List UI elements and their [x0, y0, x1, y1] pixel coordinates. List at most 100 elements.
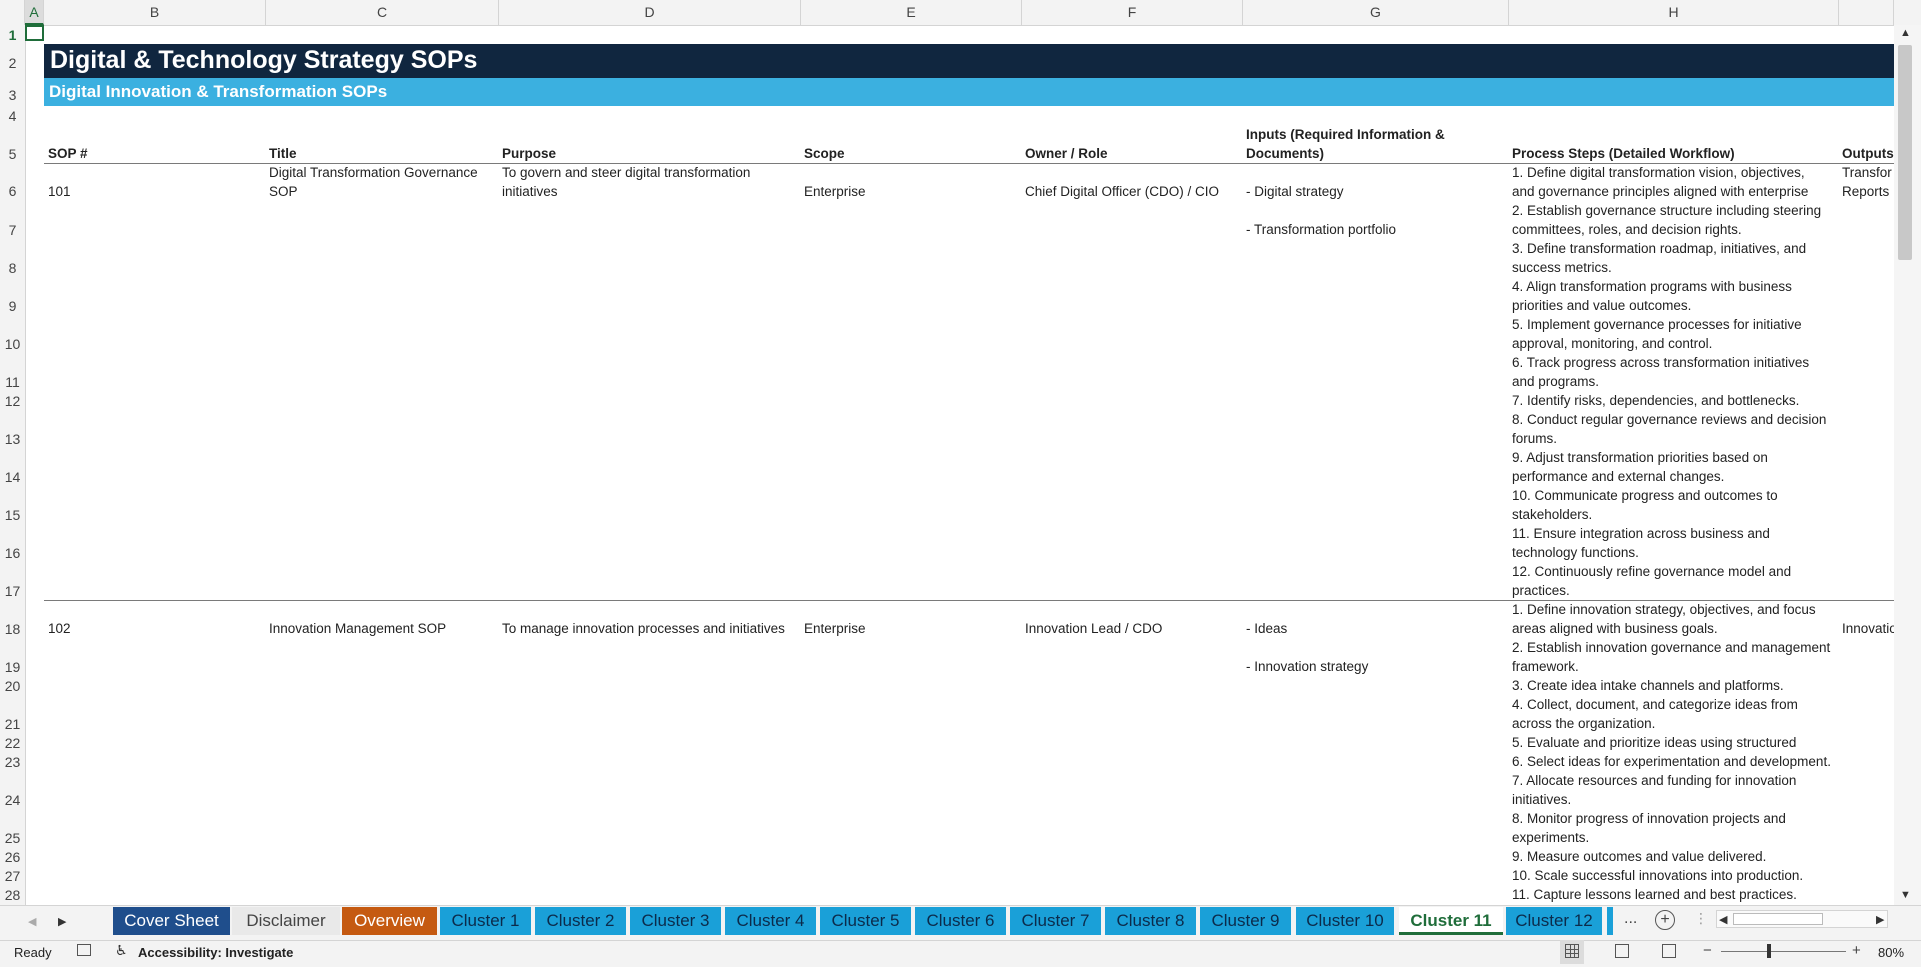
- process-step-line: success metrics.: [1512, 260, 1612, 275]
- horizontal-scroll-thumb[interactable]: [1733, 913, 1823, 925]
- hscroll-left-icon[interactable]: ◀: [1719, 913, 1727, 926]
- process-step-line: 9. Measure outcomes and value delivered.: [1512, 849, 1767, 864]
- column-header-d[interactable]: D: [499, 0, 801, 25]
- row-header[interactable]: 10: [0, 336, 25, 352]
- process-step-line: experiments.: [1512, 830, 1590, 845]
- process-step-line: 5. Implement governance processes for in…: [1512, 317, 1802, 332]
- row-header[interactable]: 17: [0, 583, 25, 599]
- header-inputs-line1: Inputs (Required Information &: [1246, 127, 1445, 142]
- row-header[interactable]: 1: [0, 27, 25, 43]
- process-step-line: 7. Allocate resources and funding for in…: [1512, 773, 1797, 788]
- process-step-line: 10. Communicate progress and outcomes to: [1512, 488, 1778, 503]
- column-header-h[interactable]: H: [1509, 0, 1839, 25]
- row-header[interactable]: 25: [0, 830, 25, 846]
- column-header-c[interactable]: C: [266, 0, 499, 25]
- row-header[interactable]: 18: [0, 621, 25, 637]
- row-header[interactable]: 7: [0, 222, 25, 238]
- tab-disclaimer[interactable]: Disclaimer: [232, 907, 340, 935]
- sop-owner: Chief Digital Officer (CDO) / CIO: [1025, 184, 1220, 199]
- process-step-line: 2. Establish innovation governance and m…: [1512, 640, 1831, 655]
- scroll-up-icon[interactable]: ▲: [1900, 27, 1911, 39]
- tab-cluster-2[interactable]: Cluster 2: [535, 907, 628, 935]
- row-header[interactable]: 19: [0, 659, 25, 675]
- row-header[interactable]: 15: [0, 507, 25, 523]
- row-header[interactable]: 11: [0, 374, 25, 390]
- zoom-out-icon[interactable]: −: [1703, 942, 1712, 959]
- header-scope: Scope: [804, 146, 845, 161]
- zoom-in-icon[interactable]: +: [1852, 942, 1861, 959]
- sop-title-line: SOP: [269, 184, 298, 199]
- row-header[interactable]: 8: [0, 260, 25, 276]
- sheet-subtitle: Digital Innovation & Transformation SOPs: [49, 82, 388, 101]
- tab-scroll-right-icon[interactable]: ▶: [58, 915, 66, 928]
- row-header[interactable]: 13: [0, 431, 25, 447]
- row-header[interactable]: 4: [0, 108, 25, 124]
- row-header[interactable]: 24: [0, 792, 25, 808]
- column-header-g[interactable]: G: [1243, 0, 1509, 25]
- accessibility-status[interactable]: Accessibility: Investigate: [138, 945, 293, 960]
- row-header[interactable]: 14: [0, 469, 25, 485]
- vertical-scroll-thumb[interactable]: [1898, 45, 1912, 260]
- tab-cluster-8[interactable]: Cluster 8: [1105, 907, 1198, 935]
- page-break-preview-icon[interactable]: [1662, 944, 1676, 958]
- tab-cluster-3[interactable]: Cluster 3: [630, 907, 723, 935]
- zoom-level[interactable]: 80%: [1878, 945, 1904, 960]
- header-title: Title: [269, 146, 297, 161]
- row-header[interactable]: 20: [0, 678, 25, 694]
- row-header[interactable]: 16: [0, 545, 25, 561]
- tab-partial-next[interactable]: [1607, 907, 1613, 935]
- row-header[interactable]: 21: [0, 716, 25, 732]
- tab-cluster-1[interactable]: Cluster 1: [440, 907, 533, 935]
- accessibility-icon[interactable]: ♿: [115, 942, 128, 959]
- cell-mode-icon[interactable]: [77, 944, 91, 956]
- column-header-b[interactable]: B: [44, 0, 266, 25]
- column-header-a[interactable]: A: [25, 0, 44, 25]
- column-header-e[interactable]: E: [801, 0, 1022, 25]
- column-header-f[interactable]: F: [1022, 0, 1243, 25]
- tab-cluster-11[interactable]: Cluster 11: [1399, 907, 1503, 935]
- row-header[interactable]: 27: [0, 868, 25, 884]
- tab-cluster-10[interactable]: Cluster 10: [1296, 907, 1396, 935]
- process-step-line: 4. Align transformation programs with bu…: [1512, 279, 1792, 294]
- process-step-line: 2. Establish governance structure includ…: [1512, 203, 1822, 218]
- add-sheet-icon[interactable]: +: [1655, 910, 1675, 930]
- sop-number: 102: [48, 621, 71, 636]
- row-header[interactable]: 22: [0, 735, 25, 751]
- row-header[interactable]: 23: [0, 754, 25, 770]
- tab-cluster-6[interactable]: Cluster 6: [915, 907, 1008, 935]
- page-layout-view-icon[interactable]: [1615, 944, 1629, 958]
- row-header[interactable]: 2: [0, 55, 25, 71]
- tab-cluster-9[interactable]: Cluster 9: [1200, 907, 1293, 935]
- row-header[interactable]: 6: [0, 183, 25, 199]
- process-step-line: 11. Capture lessons learned and best pra…: [1512, 887, 1797, 902]
- scroll-down-icon[interactable]: ▼: [1900, 889, 1911, 901]
- row-header[interactable]: 5: [0, 146, 25, 162]
- sop-input: - Innovation strategy: [1246, 659, 1369, 674]
- tab-overview[interactable]: Overview: [342, 907, 437, 935]
- active-cell-a1[interactable]: [25, 25, 44, 41]
- tab-cluster-7[interactable]: Cluster 7: [1010, 907, 1103, 935]
- zoom-slider-handle[interactable]: [1767, 944, 1771, 958]
- row-header[interactable]: 9: [0, 298, 25, 314]
- tab-cover-sheet[interactable]: Cover Sheet: [113, 907, 230, 935]
- tab-cluster-5[interactable]: Cluster 5: [820, 907, 913, 935]
- more-tabs-button[interactable]: ...: [1624, 910, 1637, 928]
- sop-purpose-line: To govern and steer digital transformati…: [502, 165, 751, 180]
- tab-cluster-12[interactable]: Cluster 12: [1506, 907, 1604, 935]
- tab-scroll-left-icon[interactable]: ◀: [28, 915, 36, 928]
- process-step-line: 3. Define transformation roadmap, initia…: [1512, 241, 1807, 256]
- select-all-corner[interactable]: [0, 0, 25, 25]
- sop-input: - Ideas: [1246, 621, 1288, 636]
- sop-output-line: Innovatio: [1842, 621, 1897, 636]
- zoom-slider-track[interactable]: [1721, 951, 1846, 952]
- hscroll-right-icon[interactable]: ▶: [1876, 913, 1884, 926]
- row-header[interactable]: 3: [0, 87, 25, 103]
- row-header[interactable]: 12: [0, 393, 25, 409]
- splitter-handle-icon[interactable]: ⋮: [1694, 910, 1708, 927]
- row-header[interactable]: 26: [0, 849, 25, 865]
- column-header-i[interactable]: [1839, 0, 1894, 25]
- process-step-line: 1. Define innovation strategy, objective…: [1512, 602, 1816, 617]
- tab-cluster-4[interactable]: Cluster 4: [725, 907, 818, 935]
- row-header[interactable]: 28: [0, 887, 25, 903]
- process-step-line: 8. Conduct regular governance reviews an…: [1512, 412, 1827, 427]
